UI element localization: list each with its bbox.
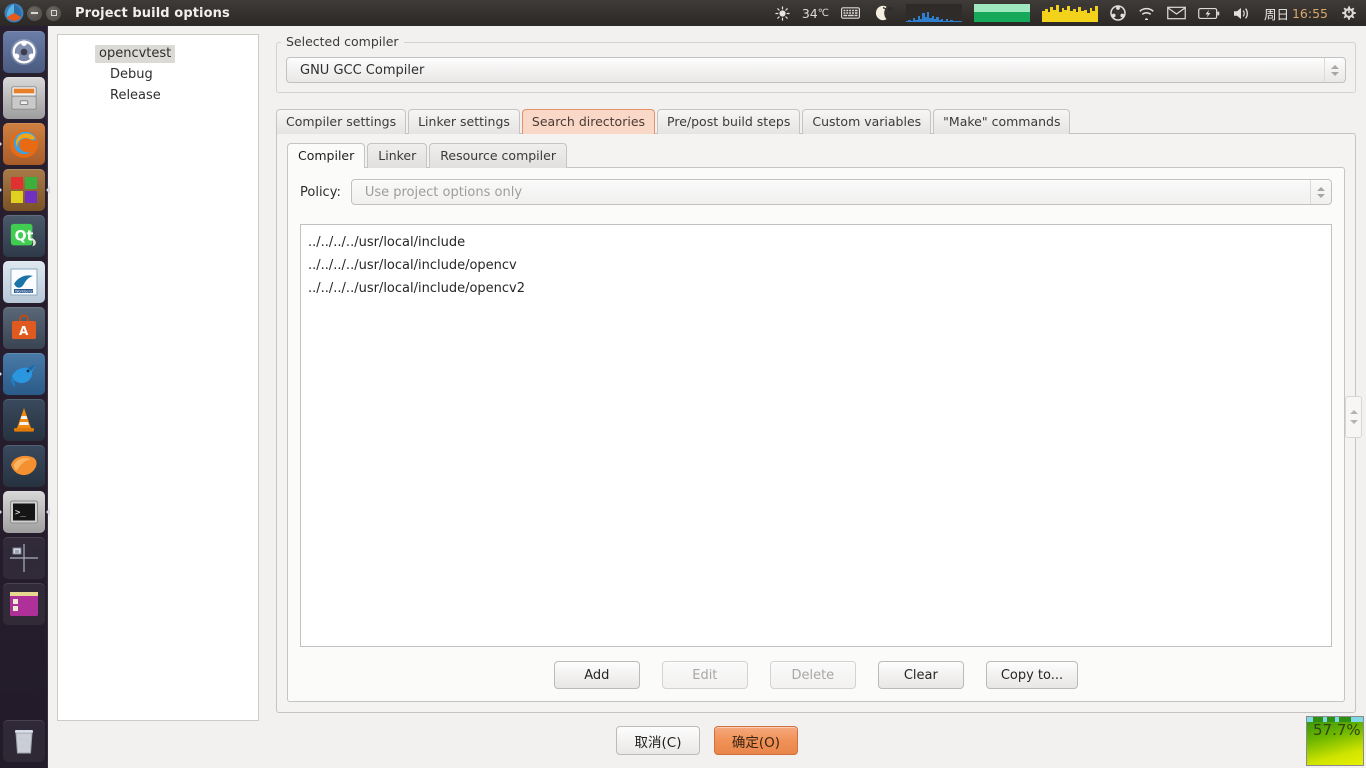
chevron-up-icon <box>1330 64 1339 69</box>
temperature-indicator[interactable]: 34 ℃ <box>796 0 835 26</box>
dialog-footer: 取消(C) 确定(O) <box>48 713 1366 768</box>
blocks-icon[interactable] <box>2 169 45 211</box>
compiler-select-value: GNU GCC Compiler <box>300 62 425 78</box>
chevron-up-icon <box>1349 410 1358 414</box>
inner-tab-compiler[interactable]: Compiler <box>287 143 366 168</box>
mail-icon[interactable] <box>1161 0 1192 26</box>
ubuntu-dash-icon[interactable] <box>2 31 45 73</box>
chevron-down-icon <box>1316 193 1325 198</box>
power-gear-icon[interactable] <box>1334 0 1366 26</box>
policy-row: Policy: Use project options only <box>300 179 1332 205</box>
policy-select-spinner[interactable] <box>1310 180 1330 204</box>
list-item[interactable]: ../../../../usr/local/include <box>301 231 1331 254</box>
selected-compiler-group: Selected compiler GNU GCC Compiler <box>276 34 1356 93</box>
tree-item-release-label: Release <box>110 88 161 103</box>
selected-compiler-legend: Selected compiler <box>281 34 404 49</box>
list-item[interactable]: ../../../../usr/local/include/opencv <box>301 254 1331 277</box>
policy-select-value: Use project options only <box>364 184 523 200</box>
window-controls[interactable] <box>27 5 61 21</box>
cancel-button[interactable]: 取消(C) <box>616 726 700 755</box>
clock-indicator[interactable]: 周日 16:55 <box>1258 0 1334 26</box>
delete-button: Delete <box>769 661 856 689</box>
mango-icon[interactable] <box>2 445 45 487</box>
tab-custom-variables[interactable]: Custom variables <box>802 109 932 134</box>
moon-icon[interactable] <box>866 0 900 26</box>
chevron-up-icon <box>1316 186 1325 191</box>
panel-scroll-spinner[interactable] <box>1345 396 1362 438</box>
copy-to-button[interactable]: Copy to... <box>985 661 1079 689</box>
tab-linker-settings[interactable]: Linker settings <box>408 109 520 134</box>
minimize-icon[interactable] <box>27 5 42 21</box>
tree-item-debug-label: Debug <box>110 67 153 82</box>
file-manager-icon[interactable] <box>2 77 45 119</box>
clear-button[interactable]: Clear <box>877 661 964 689</box>
blue-bird-icon[interactable] <box>2 353 45 395</box>
sun-icon[interactable] <box>769 0 796 26</box>
system-tray: 34 ℃ 周日 16:55 <box>769 0 1366 26</box>
add-button[interactable]: Add <box>553 661 640 689</box>
codeblocks-icon <box>3 2 25 24</box>
top-panel: Project build options 34 ℃ 周日 16:55 <box>0 0 1366 26</box>
system-monitor-widget: 57.7% <box>1306 716 1364 766</box>
inner-tab-resource-compiler[interactable]: Resource compiler <box>429 143 567 168</box>
options-pane: Selected compiler GNU GCC Compiler Compi… <box>259 26 1366 713</box>
terminal-icon[interactable]: >_ <box>2 491 45 533</box>
volume-icon[interactable] <box>1226 0 1258 26</box>
directories-list[interactable]: ../../../../usr/local/include ../../../.… <box>300 224 1332 647</box>
compiler-select[interactable]: GNU GCC Compiler <box>286 57 1346 83</box>
svg-text:A: A <box>19 324 29 338</box>
tab-search-directories[interactable]: Search directories <box>521 109 656 134</box>
firefox-icon[interactable] <box>2 123 45 165</box>
keyboard-layout-icon[interactable] <box>835 0 866 26</box>
ok-button[interactable]: 确定(O) <box>714 726 798 755</box>
window-title: Project build options <box>75 5 230 21</box>
tree-item-release[interactable]: Release <box>58 85 258 106</box>
workspace-icon[interactable] <box>2 537 45 579</box>
ubuntu-session-icon[interactable] <box>1104 0 1132 26</box>
dolphin-workbench-icon[interactable]: Workbench <box>2 261 45 303</box>
svg-text:Qt: Qt <box>14 229 33 245</box>
compiler-directories-panel: Policy: Use project options only ../../.… <box>287 167 1345 702</box>
purple-window-icon[interactable] <box>2 583 45 625</box>
unity-launcher[interactable]: Qt Workbench A >_ <box>0 26 48 768</box>
chevron-down-icon <box>1330 71 1339 76</box>
network-graph[interactable] <box>1036 0 1104 26</box>
temperature-value: 34 <box>801 5 818 21</box>
chevron-down-icon <box>1349 420 1358 424</box>
tab-pre-post-build-steps[interactable]: Pre/post build steps <box>657 109 801 134</box>
widget-percent: 57.7% <box>1313 721 1361 739</box>
svg-text:Workbench: Workbench <box>15 290 35 294</box>
outer-tabbar[interactable]: Compiler settings Linker settings Search… <box>276 109 1356 134</box>
temperature-unit: ℃ <box>817 7 829 19</box>
edit-button: Edit <box>661 661 748 689</box>
software-center-icon[interactable]: A <box>2 307 45 349</box>
list-item[interactable]: ../../../../usr/local/include/opencv2 <box>301 277 1331 300</box>
tree-item-root[interactable]: opencvtest <box>58 43 258 64</box>
qt-icon[interactable]: Qt <box>2 215 45 257</box>
clock-time: 16:55 <box>1291 5 1328 21</box>
directory-actions: Add Edit Delete Clear Copy to... <box>300 661 1332 689</box>
tree-item-debug[interactable]: Debug <box>58 64 258 85</box>
maximize-icon[interactable] <box>46 5 61 21</box>
build-targets-tree[interactable]: opencvtest Debug Release <box>57 34 259 721</box>
inner-tabbar[interactable]: Compiler Linker Resource compiler <box>287 143 1345 168</box>
policy-select[interactable]: Use project options only <box>350 179 1332 205</box>
battery-icon[interactable] <box>1192 0 1226 26</box>
wifi-icon[interactable] <box>1132 0 1161 26</box>
inner-tab-linker[interactable]: Linker <box>367 143 428 168</box>
trash-icon[interactable] <box>2 720 45 762</box>
memory-graph[interactable] <box>968 0 1036 26</box>
svg-text:>_: >_ <box>15 508 26 518</box>
project-build-options-dialog: opencvtest Debug Release Selected compil… <box>48 26 1366 768</box>
clock-date: 周日 <box>1263 6 1289 22</box>
dialog-body: opencvtest Debug Release Selected compil… <box>48 26 1366 721</box>
traffic-cone-icon[interactable] <box>2 399 45 441</box>
policy-label: Policy: <box>300 184 341 200</box>
cpu-graph[interactable] <box>900 0 968 26</box>
search-directories-panel: Compiler Linker Resource compiler Policy… <box>276 133 1356 713</box>
tree-item-root-label: opencvtest <box>95 45 176 63</box>
compiler-select-spinner[interactable] <box>1324 58 1344 82</box>
tab-make-commands[interactable]: "Make" commands <box>933 109 1071 134</box>
tab-compiler-settings[interactable]: Compiler settings <box>276 109 407 134</box>
